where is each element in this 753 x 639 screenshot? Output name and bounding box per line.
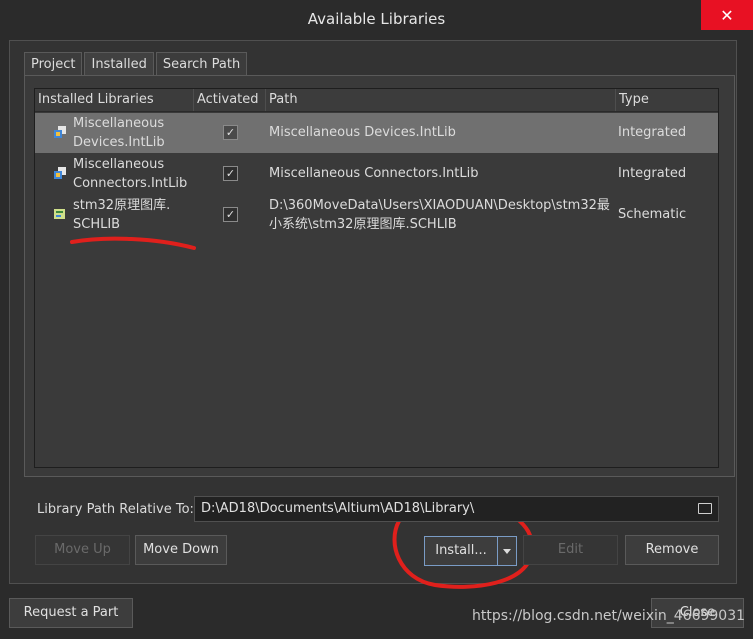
table-row[interactable]: Miscellaneous Connectors.IntLib ✓ Miscel… <box>35 154 718 194</box>
checkmark-icon: ✓ <box>225 208 236 221</box>
edit-button[interactable]: Edit <box>523 535 618 565</box>
tab-project[interactable]: Project <box>24 52 83 76</box>
tab-installed[interactable]: Installed <box>84 52 154 76</box>
library-name: Miscellaneous Devices.IntLib <box>73 116 165 150</box>
table-row[interactable]: Miscellaneous Devices.IntLib ✓ Miscellan… <box>35 113 718 153</box>
column-header-activated[interactable]: Activated <box>194 89 266 111</box>
activated-checkbox[interactable]: ✓ <box>223 166 238 181</box>
library-type: Integrated <box>618 125 687 140</box>
watermark-text: https://blog.csdn.net/weixin_46699031 <box>472 608 746 624</box>
move-up-button[interactable]: Move Up <box>35 535 130 565</box>
library-name: stm32原理图库. SCHLIB <box>73 198 171 232</box>
remove-button[interactable]: Remove <box>625 535 719 565</box>
browse-folder-icon[interactable] <box>698 503 712 514</box>
library-path: Miscellaneous Devices.IntLib <box>269 125 456 140</box>
integrated-library-icon <box>54 126 66 138</box>
install-button[interactable]: Install... <box>424 536 498 566</box>
activated-checkbox[interactable]: ✓ <box>223 207 238 222</box>
request-part-button[interactable]: Request a Part <box>9 598 133 628</box>
library-path-value: D:\AD18\Documents\Altium\AD18\Library\ <box>201 501 475 516</box>
tab-search-path[interactable]: Search Path <box>155 52 248 76</box>
dialog-title: Available Libraries <box>307 10 446 28</box>
checkmark-icon: ✓ <box>225 167 236 180</box>
library-path-field[interactable]: D:\AD18\Documents\Altium\AD18\Library\ <box>194 496 719 522</box>
column-header-installed-libraries[interactable]: Installed Libraries <box>35 89 194 111</box>
close-window-button[interactable]: ✕ <box>701 0 753 30</box>
library-name: Miscellaneous Connectors.IntLib <box>73 157 188 191</box>
library-type: Integrated <box>618 166 687 181</box>
library-path: D:\360MoveData\Users\XIAODUAN\Desktop\st… <box>269 198 610 232</box>
move-down-button[interactable]: Move Down <box>135 535 227 565</box>
schematic-library-icon <box>54 209 65 219</box>
library-path: Miscellaneous Connectors.IntLib <box>269 166 479 181</box>
tab-strip: Project Installed Search Path <box>24 52 249 76</box>
title-bar: Available Libraries ✕ <box>0 0 753 38</box>
install-dropdown-button[interactable] <box>497 536 517 566</box>
library-type: Schematic <box>618 207 687 222</box>
library-path-label: Library Path Relative To: <box>37 502 194 517</box>
checkmark-icon: ✓ <box>225 126 236 139</box>
installed-libraries-table: Installed Libraries Activated Path Type … <box>34 88 719 468</box>
column-header-path[interactable]: Path <box>266 89 616 111</box>
integrated-library-icon <box>54 167 66 179</box>
table-row[interactable]: stm32原理图库. SCHLIB ✓ D:\360MoveData\Users… <box>35 195 718 237</box>
close-icon: ✕ <box>720 5 734 25</box>
activated-checkbox[interactable]: ✓ <box>223 125 238 140</box>
column-header-type[interactable]: Type <box>616 89 718 111</box>
table-header: Installed Libraries Activated Path Type <box>35 89 718 112</box>
